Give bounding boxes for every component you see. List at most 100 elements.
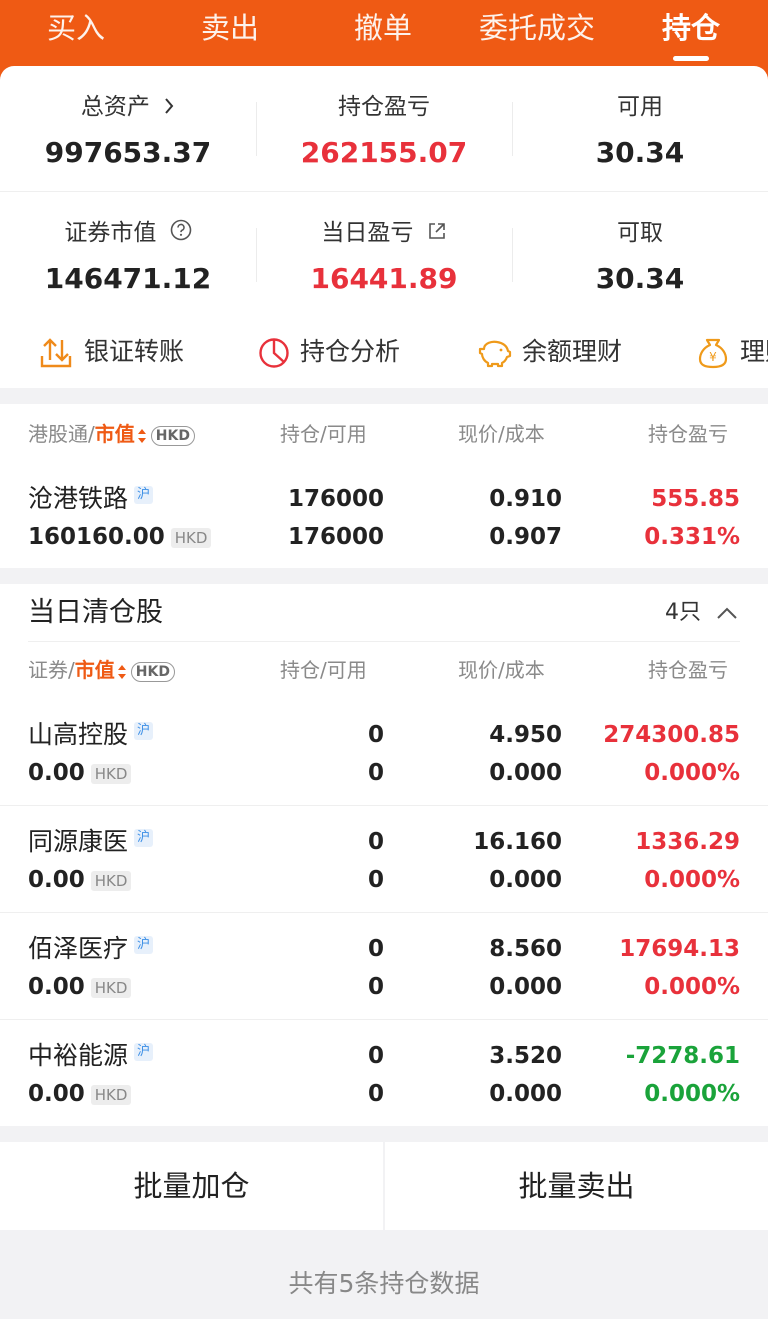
stock-cost: 0.907 <box>489 524 562 550</box>
pie-chart-icon <box>259 338 289 368</box>
total-assets-label: 总资产 <box>80 94 150 120</box>
holdings-count-text: 共有5条持仓数据 <box>288 1269 480 1298</box>
securities-market-value: 证券市值 146471.12 <box>0 218 256 296</box>
holdings-header-security: 港股通/市值 HKD <box>28 420 195 448</box>
sort-market-value[interactable]: 市值 <box>95 422 135 446</box>
stock-pnl-pct: 0.331% <box>644 524 740 550</box>
stock-cost: 0.000 <box>489 974 562 1000</box>
quick-action-label: 余额理财 <box>522 337 623 366</box>
quick-action-transfer[interactable]: 银证转账 <box>38 328 184 376</box>
stock-pnl: 274300.85 <box>603 722 740 748</box>
available-label: 可用 <box>617 94 663 120</box>
available-funds: 可用 30.34 <box>512 92 768 170</box>
quick-action-label: 持仓分析 <box>300 337 401 366</box>
sort-icon <box>117 664 126 679</box>
tab-buy[interactable]: 买入 <box>6 10 146 46</box>
tab-cancel[interactable]: 撤单 <box>313 10 453 46</box>
stock-position: 0 <box>367 1043 384 1069</box>
position-pnl: 持仓盈亏 262155.07 <box>256 92 512 170</box>
sort-icon <box>137 428 146 443</box>
stock-cost: 0.000 <box>489 1081 562 1107</box>
stock-market-value: 0.00 <box>28 867 85 893</box>
withdrawable-label: 可取 <box>617 220 663 246</box>
market-badge: 沪 <box>134 829 154 847</box>
stock-name: 沧港铁路 <box>28 484 129 513</box>
sort-market-value[interactable]: 市值 <box>75 658 115 682</box>
money-bag-icon: ¥ <box>698 338 728 369</box>
available-value: 30.34 <box>595 136 685 169</box>
currency-badge: HKD <box>90 1084 132 1105</box>
quick-action-analysis[interactable]: 持仓分析 <box>258 328 400 376</box>
stock-price: 3.520 <box>489 1043 562 1069</box>
daily-pnl-label: 当日盈亏 <box>321 220 414 246</box>
stock-name: 中裕能源 <box>28 1041 129 1070</box>
holdings-header-position: 持仓/可用 <box>280 422 367 446</box>
cleared-header-position: 持仓/可用 <box>280 658 367 682</box>
transfer-icon <box>40 338 72 368</box>
tab-orders[interactable]: 委托成交 <box>466 10 608 46</box>
divider <box>0 805 768 806</box>
market-badge: 沪 <box>134 936 154 954</box>
currency-toggle[interactable]: HKD <box>150 425 195 446</box>
stock-available: 0 <box>367 867 384 893</box>
quick-action-wealth[interactable]: ¥ 理财 <box>696 328 768 376</box>
stock-price: 4.950 <box>489 722 562 748</box>
total-assets[interactable]: 总资产 997653.37 <box>0 92 256 170</box>
stock-position: 176000 <box>287 486 384 512</box>
divider <box>0 1019 768 1020</box>
daily-pnl[interactable]: 当日盈亏 16441.89 <box>256 218 512 296</box>
divider <box>28 641 740 642</box>
stock-price: 8.560 <box>489 936 562 962</box>
stock-cost: 0.000 <box>489 760 562 786</box>
batch-actions: 批量加仓 批量卖出 <box>0 1142 768 1230</box>
stock-available: 0 <box>367 1081 384 1107</box>
divider <box>0 191 768 192</box>
total-assets-value: 997653.37 <box>44 136 212 169</box>
stock-position: 0 <box>367 722 384 748</box>
active-tab-indicator <box>673 56 709 61</box>
trade-tabs: 买入 卖出 撤单 委托成交 持仓 <box>0 0 768 56</box>
stock-available: 176000 <box>287 524 384 550</box>
asset-summary: 总资产 997653.37 持仓盈亏 262155.07 可用 30.34 证券… <box>0 66 768 388</box>
stock-pnl: 17694.13 <box>619 936 740 962</box>
market-badge: 沪 <box>134 1043 154 1061</box>
quick-action-balance-finance[interactable]: 余额理财 <box>478 328 622 376</box>
stock-pnl-pct: 0.000% <box>644 867 740 893</box>
holdings-header-pnl: 持仓盈亏 <box>648 422 728 446</box>
market-badge: 沪 <box>134 722 154 740</box>
quick-action-label: 理财 <box>740 337 768 366</box>
stock-name: 同源康医 <box>28 827 129 856</box>
tab-sell[interactable]: 卖出 <box>160 10 300 46</box>
stock-market-value: 0.00 <box>28 760 85 786</box>
stock-market-value: 0.00 <box>28 974 85 1000</box>
market-value-label: 证券市值 <box>64 220 157 246</box>
stock-name: 佰泽医疗 <box>28 934 129 963</box>
holdings-list: 港股通/市值 HKD 持仓/可用 现价/成本 持仓盈亏 沧港铁路沪 160160.… <box>0 404 768 568</box>
batch-sell-button[interactable]: 批量卖出 <box>385 1142 768 1230</box>
chevron-right-icon <box>163 93 175 123</box>
stock-available: 0 <box>367 974 384 1000</box>
divider <box>0 912 768 913</box>
help-icon[interactable] <box>170 219 192 249</box>
stock-available: 0 <box>367 760 384 786</box>
market-badge: 沪 <box>134 486 154 504</box>
currency-toggle[interactable]: HKD <box>130 661 175 682</box>
stock-pnl-pct: 0.000% <box>644 1081 740 1107</box>
cleared-count-toggle[interactable]: 4只 <box>665 596 738 630</box>
stock-name: 山高控股 <box>28 720 129 749</box>
tab-positions[interactable]: 持仓 <box>621 10 761 46</box>
stock-pnl: 1336.29 <box>635 829 740 855</box>
section-title: 当日清仓股 <box>28 597 163 628</box>
cleared-header-pnl: 持仓盈亏 <box>648 658 728 682</box>
batch-add-button[interactable]: 批量加仓 <box>0 1142 383 1230</box>
position-pnl-label: 持仓盈亏 <box>338 94 430 120</box>
stock-pnl: 555.85 <box>651 486 740 512</box>
share-icon[interactable] <box>427 219 447 249</box>
cleared-stocks-section: 当日清仓股 4只 证券/市值 HKD 持仓/可用 现价/成本 持仓盈亏 山高控股沪… <box>0 584 768 1126</box>
stock-price: 16.160 <box>473 829 562 855</box>
stock-pnl-pct: 0.000% <box>644 974 740 1000</box>
market-value-value: 146471.12 <box>44 262 212 295</box>
currency-badge: HKD <box>90 763 132 784</box>
stock-pnl: -7278.61 <box>625 1043 740 1069</box>
svg-text:¥: ¥ <box>709 350 717 364</box>
